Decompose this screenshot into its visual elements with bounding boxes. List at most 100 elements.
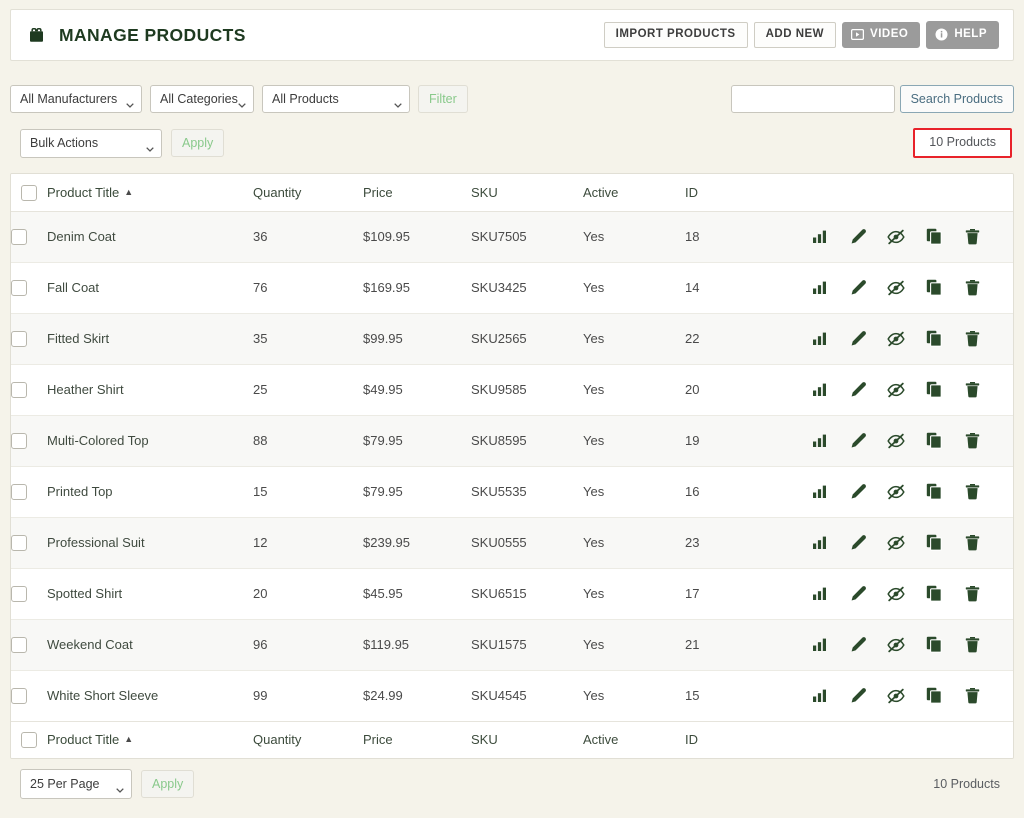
duplicate-icon[interactable] <box>925 330 943 348</box>
cell-price: $169.95 <box>363 262 471 314</box>
edit-icon[interactable] <box>849 687 867 705</box>
hide-icon[interactable] <box>887 432 905 450</box>
footer-product-title[interactable]: Product Title ▲ <box>47 720 253 758</box>
stats-icon[interactable] <box>811 330 829 348</box>
duplicate-icon[interactable] <box>925 432 943 450</box>
edit-icon[interactable] <box>849 585 867 603</box>
footer-quantity[interactable]: Quantity <box>253 720 363 758</box>
stats-icon[interactable] <box>811 585 829 603</box>
cell-product-title[interactable]: Printed Top <box>47 466 253 518</box>
category-select[interactable]: All Categories <box>150 85 254 113</box>
select-all-checkbox-footer[interactable] <box>21 732 37 749</box>
edit-icon[interactable] <box>849 330 867 348</box>
stats-icon[interactable] <box>811 636 829 654</box>
footer-sku[interactable]: SKU <box>471 720 583 758</box>
delete-icon[interactable] <box>963 534 981 552</box>
hide-icon[interactable] <box>887 483 905 501</box>
row-checkbox[interactable] <box>11 330 27 347</box>
cell-product-title[interactable]: Fall Coat <box>47 262 253 314</box>
add-new-button[interactable]: ADD NEW <box>753 21 837 49</box>
search-products-button[interactable]: Search Products <box>899 85 1014 113</box>
video-button[interactable]: VIDEO <box>842 21 921 49</box>
row-checkbox[interactable] <box>11 228 27 245</box>
row-checkbox[interactable] <box>11 636 27 653</box>
cell-product-title[interactable]: Professional Suit <box>47 517 253 569</box>
cell-product-title[interactable]: Multi-Colored Top <box>47 415 253 467</box>
row-checkbox[interactable] <box>11 432 27 449</box>
per-page-apply-button[interactable]: Apply <box>141 770 195 798</box>
stats-icon[interactable] <box>811 228 829 246</box>
delete-icon[interactable] <box>963 432 981 450</box>
row-checkbox[interactable] <box>11 585 27 602</box>
stats-icon[interactable] <box>811 687 829 705</box>
edit-icon[interactable] <box>849 636 867 654</box>
cell-product-title[interactable]: Spotted Shirt <box>47 568 253 620</box>
delete-icon[interactable] <box>963 381 981 399</box>
footer-id[interactable]: ID <box>685 720 799 758</box>
delete-icon[interactable] <box>963 228 981 246</box>
duplicate-icon[interactable] <box>925 636 943 654</box>
hide-icon[interactable] <box>887 636 905 654</box>
row-checkbox[interactable] <box>11 381 27 398</box>
search-input[interactable] <box>730 85 895 113</box>
header-id[interactable]: ID <box>685 174 799 212</box>
row-checkbox[interactable] <box>11 534 27 551</box>
edit-icon[interactable] <box>849 534 867 552</box>
hide-icon[interactable] <box>887 687 905 705</box>
hide-icon[interactable] <box>887 330 905 348</box>
delete-icon[interactable] <box>963 483 981 501</box>
edit-icon[interactable] <box>849 432 867 450</box>
hide-icon[interactable] <box>887 534 905 552</box>
edit-icon[interactable] <box>849 228 867 246</box>
cell-product-title[interactable]: Heather Shirt <box>47 364 253 416</box>
footer-active[interactable]: Active <box>583 720 685 758</box>
duplicate-icon[interactable] <box>925 534 943 552</box>
edit-icon[interactable] <box>849 381 867 399</box>
header-active[interactable]: Active <box>583 174 685 212</box>
delete-icon[interactable] <box>963 636 981 654</box>
edit-icon[interactable] <box>849 483 867 501</box>
edit-icon[interactable] <box>849 279 867 297</box>
cell-product-title[interactable]: White Short Sleeve <box>47 670 253 722</box>
footer-price[interactable]: Price <box>363 720 471 758</box>
bulk-apply-button[interactable]: Apply <box>171 129 225 157</box>
per-page-select[interactable]: 25 Per Page <box>20 769 132 799</box>
bulk-actions-select[interactable]: Bulk Actions <box>20 128 162 158</box>
duplicate-icon[interactable] <box>925 228 943 246</box>
delete-icon[interactable] <box>963 330 981 348</box>
help-button[interactable]: HELP <box>926 21 999 49</box>
cell-product-title[interactable]: Denim Coat <box>47 211 253 263</box>
stats-icon[interactable] <box>811 432 829 450</box>
stats-icon[interactable] <box>811 483 829 501</box>
stats-icon[interactable] <box>811 381 829 399</box>
select-all-checkbox[interactable] <box>21 184 37 201</box>
stats-icon[interactable] <box>811 534 829 552</box>
duplicate-icon[interactable] <box>925 483 943 501</box>
header-price[interactable]: Price <box>363 174 471 212</box>
delete-icon[interactable] <box>963 279 981 297</box>
hide-icon[interactable] <box>887 381 905 399</box>
row-checkbox[interactable] <box>11 279 27 296</box>
delete-icon[interactable] <box>963 687 981 705</box>
hide-icon[interactable] <box>887 279 905 297</box>
hide-icon[interactable] <box>887 585 905 603</box>
row-checkbox[interactable] <box>11 687 27 704</box>
filter-button[interactable]: Filter <box>418 85 468 113</box>
duplicate-icon[interactable] <box>925 381 943 399</box>
duplicate-icon[interactable] <box>925 279 943 297</box>
duplicate-icon[interactable] <box>925 585 943 603</box>
manufacturer-select[interactable]: All Manufacturers <box>10 85 142 113</box>
header-quantity[interactable]: Quantity <box>253 174 363 212</box>
stats-icon[interactable] <box>811 279 829 297</box>
header-product-title[interactable]: Product Title ▲ <box>47 174 253 212</box>
delete-icon[interactable] <box>963 585 981 603</box>
cell-product-title[interactable]: Fitted Skirt <box>47 313 253 365</box>
header-sku[interactable]: SKU <box>471 174 583 212</box>
cell-product-title[interactable]: Weekend Coat <box>47 619 253 671</box>
row-checkbox[interactable] <box>11 483 27 500</box>
product-type-select[interactable]: All Products <box>262 85 410 113</box>
import-products-button[interactable]: IMPORT PRODUCTS <box>603 21 748 49</box>
duplicate-icon[interactable] <box>925 687 943 705</box>
hide-icon[interactable] <box>887 228 905 246</box>
products-table-panel: Product Title ▲ Quantity Price SKU Activ… <box>10 173 1014 759</box>
